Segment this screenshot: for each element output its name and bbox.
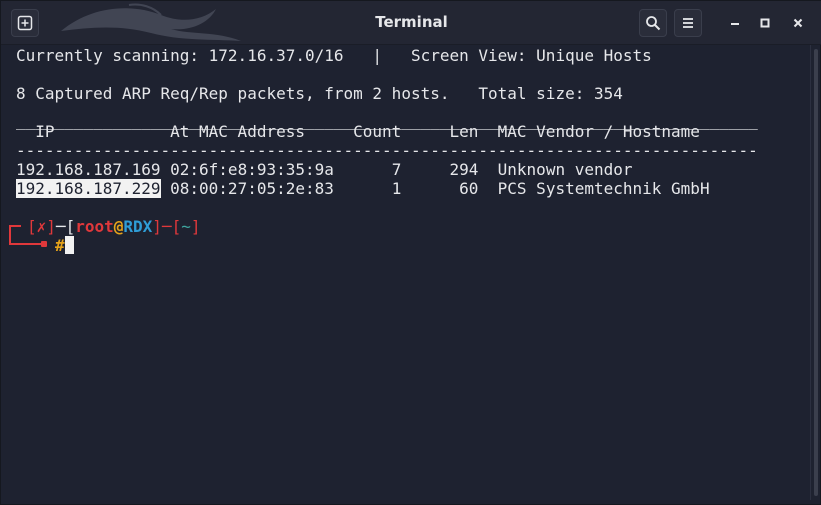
- table-row[interactable]: 192.168.187.229 08:00:27:05:2e:83 1 60 P…: [16, 179, 710, 198]
- status-line: Currently scanning: 172.16.37.0/16 | Scr…: [16, 46, 652, 65]
- terminal-window: Terminal Currently scanning: 172.16.37.0…: [0, 0, 821, 505]
- menu-button[interactable]: [674, 9, 702, 37]
- prompt-connector-arrow: [9, 243, 45, 245]
- prompt-directory: ~: [181, 217, 191, 236]
- host-details: 02:6f:e8:93:35:9a 7 294 Unknown vendor: [160, 160, 633, 179]
- text-cursor: [64, 236, 74, 254]
- summary-line: 8 Captured ARP Req/Rep packets, from 2 h…: [16, 84, 623, 103]
- host-details: 08:00:27:05:2e:83 1 60 PCS Systemtechnik…: [160, 179, 710, 198]
- prompt-symbol: #: [55, 236, 65, 255]
- prompt-user: root: [75, 217, 114, 236]
- exit-status-icon: ✗: [36, 217, 47, 236]
- search-button[interactable]: [639, 9, 667, 37]
- scrollbar-thumb[interactable]: [814, 49, 818, 496]
- maximize-icon: [760, 18, 770, 28]
- prompt-connector-dot: [41, 241, 47, 247]
- table-row[interactable]: 192.168.187.169 02:6f:e8:93:35:9a 7 294 …: [16, 160, 633, 179]
- maximize-button[interactable]: [751, 9, 779, 37]
- title-bar[interactable]: Terminal: [1, 1, 821, 45]
- command-line[interactable]: #: [55, 236, 74, 255]
- close-button[interactable]: [784, 9, 812, 37]
- shell-prompt: [✗]─[root@RDX]─[~]: [27, 217, 201, 236]
- prompt-connector: [9, 225, 21, 245]
- minimize-icon: [731, 23, 739, 25]
- search-icon: [646, 16, 661, 31]
- terminal-output[interactable]: Currently scanning: 172.16.37.0/16 | Scr…: [1, 45, 810, 500]
- close-icon: [793, 18, 803, 28]
- table-header: IP At MAC Address Count Len MAC Vendor /…: [16, 122, 700, 141]
- prompt-host: RDX: [123, 217, 153, 236]
- host-ip-selected: 192.168.187.229: [16, 179, 161, 198]
- scrollbar[interactable]: [810, 45, 820, 500]
- table-divider: ----------------------------------------…: [16, 141, 758, 160]
- hamburger-menu-icon: [683, 18, 693, 28]
- minimize-button[interactable]: [721, 9, 749, 37]
- host-ip: 192.168.187.169: [16, 160, 161, 179]
- prompt-at: @: [113, 217, 124, 236]
